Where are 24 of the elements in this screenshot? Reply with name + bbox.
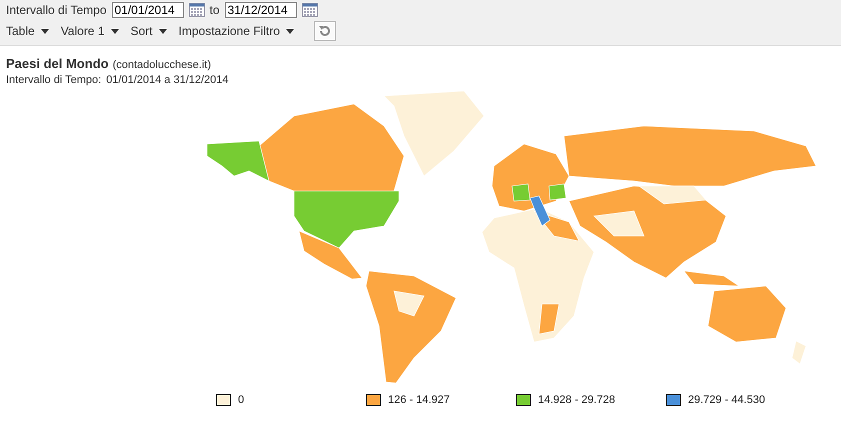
caret-icon xyxy=(40,28,49,34)
from-date-field[interactable]: 01/01/2014 xyxy=(112,2,184,18)
range-label: Intervallo di Tempo: xyxy=(6,74,102,86)
range-label: Intervallo di Tempo xyxy=(6,3,106,17)
range-value: 01/01/2014 a 31/12/2014 xyxy=(106,74,229,86)
dropdown-menu[interactable]: Sort xyxy=(130,24,171,38)
legend-label: 126 - 14.927 xyxy=(388,394,450,406)
caret-icon xyxy=(110,28,118,34)
legend-label: 29.729 - 44.530 xyxy=(688,394,766,406)
to-label: to xyxy=(210,3,220,17)
caret-icon xyxy=(286,28,294,34)
legend-label: 0 xyxy=(238,394,244,406)
calendar-icon[interactable] xyxy=(188,3,204,17)
calendar-icon[interactable] xyxy=(302,3,318,17)
dropdown-menu[interactable]: Table xyxy=(6,24,53,38)
report-source: (contadolucchese.it) xyxy=(112,59,212,71)
to-date-field[interactable]: 31/12/2014 xyxy=(224,2,297,18)
report-title: Paesi del Mondo xyxy=(6,56,109,71)
refresh-icon xyxy=(318,24,332,38)
caret-icon xyxy=(158,28,167,34)
legend-label: 14.928 - 29.728 xyxy=(538,394,616,406)
dropdown-menu[interactable]: Valore 1 xyxy=(60,24,122,38)
refresh-button[interactable] xyxy=(314,21,336,41)
dropdown-menu[interactable]: Impostazione Filtro xyxy=(178,24,298,38)
